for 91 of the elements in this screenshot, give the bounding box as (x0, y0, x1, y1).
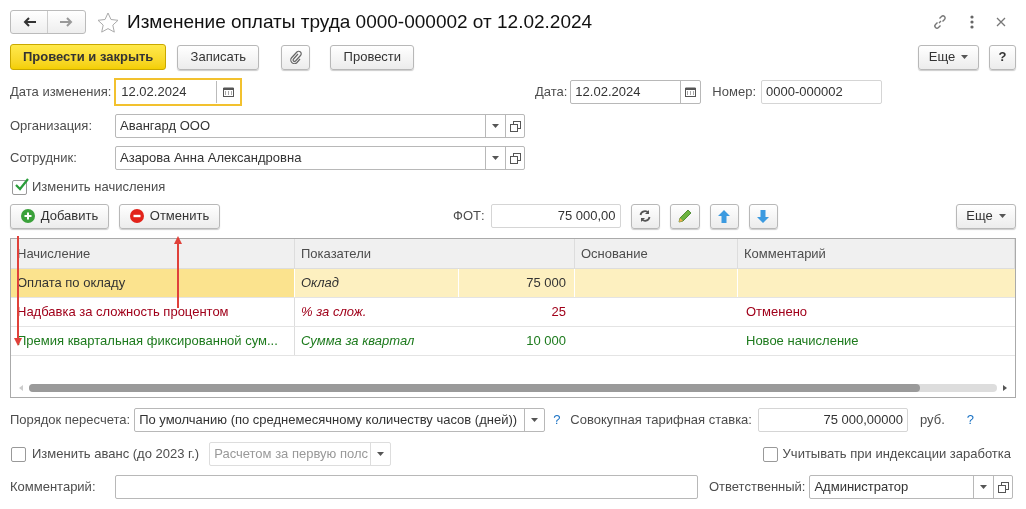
field-label: Совокупная тарифная ставка: (570, 411, 752, 430)
down-arrow-icon (757, 209, 770, 223)
field-label: Ответственный: (709, 478, 806, 497)
minus-icon (129, 209, 144, 223)
caret-icon (377, 452, 385, 456)
pencil-icon (677, 209, 692, 223)
field-value: Азарова Анна Александровна (119, 149, 303, 167)
table-row[interactable]: Надбавка за сложность процентом % за слож. 25 Отменено (11, 298, 1015, 327)
field-label: Изменить аванс (до 2023 г.) (32, 445, 200, 464)
field-label: Дата: (534, 83, 568, 102)
open-window-icon (997, 481, 1009, 493)
column-header[interactable]: Показатели (295, 239, 575, 268)
table-cell-text: Сумма за квартал (300, 332, 416, 350)
table-cell: Надбавка за сложность процентом (11, 298, 295, 326)
column-header[interactable]: Начисление (11, 239, 295, 268)
field-value: По умолчанию (по среднемесячному количеству часов (дней)) (138, 411, 519, 429)
field-value: Администратор (813, 478, 910, 496)
checkbox[interactable] (11, 446, 26, 462)
field-label: руб. (919, 411, 945, 430)
table-cell: Отменено (746, 304, 808, 319)
move-down-button[interactable] (748, 203, 778, 229)
field-value: 12.02.2024 (574, 83, 642, 101)
post-button[interactable]: Провести (330, 44, 415, 70)
scroll-right-icon[interactable] (1003, 385, 1007, 391)
column-header[interactable]: Основание (575, 239, 738, 268)
date-field[interactable]: 12.02.2024 (570, 80, 702, 104)
back-arrow-icon (22, 17, 36, 27)
calendar-icon (685, 87, 697, 97)
employee-field[interactable]: Азарова Анна Александровна (115, 146, 525, 170)
field-label: Изменить начисления (32, 178, 166, 197)
more-options-icon[interactable] (970, 15, 974, 29)
comment-field[interactable] (115, 475, 698, 499)
field-label: ФОТ: (453, 207, 485, 226)
move-up-button[interactable] (709, 203, 739, 229)
refresh-button[interactable] (630, 203, 660, 229)
caret-icon (492, 156, 499, 160)
cancel-button[interactable]: Отменить (119, 203, 220, 229)
column-header[interactable]: Комментарий (738, 239, 1015, 268)
recalculation-order-field[interactable]: По умолчанию (по среднемесячному количеству часов (дней)) (134, 408, 546, 432)
caret-icon (998, 214, 1006, 218)
table-cell: 75 000 (459, 269, 575, 297)
calendar-icon (223, 87, 235, 97)
table-cell: Оклад (295, 269, 459, 297)
number-field[interactable]: 0000-000002 (761, 80, 882, 104)
table-cell: Новое начисление (746, 333, 859, 348)
tariff-rate-field[interactable]: 75 000,00000 (757, 408, 908, 432)
link-icon[interactable] (932, 14, 948, 30)
responsible-field[interactable]: Администратор (809, 475, 1014, 499)
more-button[interactable]: Еще (918, 44, 979, 70)
caret-icon (961, 55, 969, 59)
save-button[interactable]: Записать (177, 44, 260, 70)
field-label: Сотрудник: (10, 149, 78, 168)
close-icon[interactable] (996, 17, 1006, 27)
change-date-field[interactable]: 12.02.2024 (114, 78, 243, 106)
organization-field[interactable]: Авангард ООО (115, 114, 525, 138)
checkbox[interactable] (12, 179, 27, 195)
window-title: Изменение оплаты труда 0000-000002 от 12.02.2024 (127, 9, 593, 34)
help-link[interactable]: ? (553, 410, 561, 430)
field-label: Дата изменения: (10, 83, 112, 102)
help-link[interactable]: ? (966, 410, 974, 430)
star-icon[interactable] (97, 11, 119, 33)
plus-icon (20, 209, 35, 223)
table-cell-text: 10 000 (525, 332, 567, 350)
caret-icon (980, 485, 988, 489)
field-label: Организация: (10, 117, 94, 136)
table-cell-text: % за слож. (300, 303, 368, 321)
up-arrow-icon (718, 209, 731, 223)
attach-button[interactable] (281, 44, 311, 70)
caret-icon (492, 124, 499, 128)
payroll-field[interactable]: 75 000,00 (490, 204, 621, 228)
field-label: Учитывать при индексации заработка (782, 445, 1011, 464)
field-label: Комментарий: (10, 478, 97, 497)
field-value: Авангард ООО (119, 117, 211, 135)
open-window-icon (509, 152, 521, 164)
field-value: 12.02.2024 (120, 83, 188, 101)
caret-icon (531, 418, 539, 422)
forward-arrow-icon (60, 17, 73, 27)
more-button[interactable]: Еще (956, 203, 1016, 229)
table-cell-text: 25 (550, 303, 567, 321)
checkbox[interactable] (762, 446, 778, 462)
field-label: Номер: (712, 83, 756, 102)
paperclip-icon (289, 50, 302, 64)
refresh-icon (639, 210, 652, 222)
post-and-close-button[interactable]: Провести и закрыть (10, 44, 167, 70)
add-button[interactable]: Добавить (10, 203, 109, 229)
field-value: Расчетом за первую полс (213, 445, 369, 463)
field-label: Порядок пересчета: (10, 411, 131, 430)
horizontal-scrollbar[interactable] (29, 384, 997, 392)
open-window-icon (509, 120, 521, 132)
help-button[interactable]: ? (989, 44, 1016, 70)
edit-button[interactable] (669, 203, 700, 229)
